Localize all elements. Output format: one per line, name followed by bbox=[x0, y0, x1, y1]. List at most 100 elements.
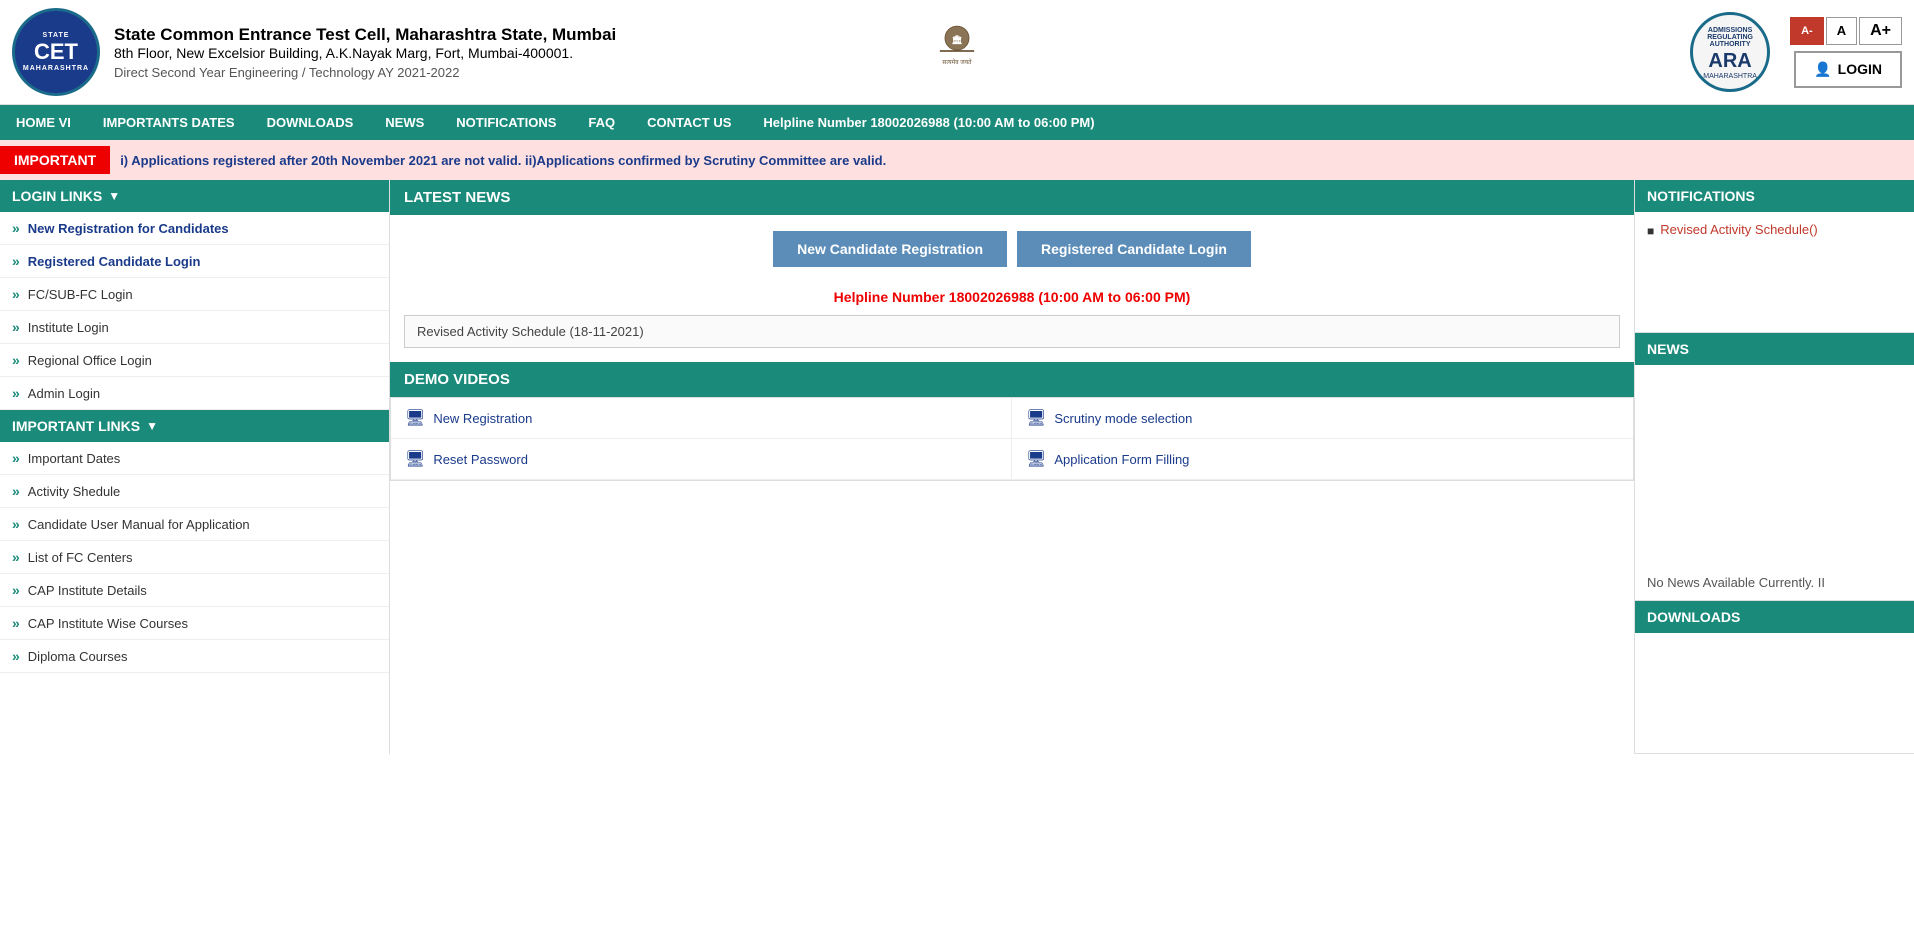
important-links-arrow-icon: ▼ bbox=[146, 419, 158, 433]
monitor-icon: 🖥 bbox=[1026, 408, 1046, 428]
main-layout: LOGIN LINKS ▼ » New Registration for Can… bbox=[0, 180, 1914, 754]
demo-form-filling-link[interactable]: Application Form Filling bbox=[1054, 452, 1189, 467]
font-normal-button[interactable]: A bbox=[1826, 17, 1857, 45]
diploma-link[interactable]: Diploma Courses bbox=[28, 649, 128, 664]
demo-scrutiny-link[interactable]: Scrutiny mode selection bbox=[1054, 411, 1192, 426]
cap-courses-link[interactable]: CAP Institute Wise Courses bbox=[28, 616, 188, 631]
user-manual-link[interactable]: Candidate User Manual for Application bbox=[28, 517, 250, 532]
nav-important-dates[interactable]: IMPORTANTS DATES bbox=[87, 105, 251, 140]
chevron-icon: » bbox=[12, 253, 20, 269]
important-dates-link[interactable]: Important Dates bbox=[28, 451, 121, 466]
downloads-body bbox=[1635, 633, 1914, 753]
news-body: No News Available Currently. II bbox=[1635, 365, 1914, 600]
font-increase-button[interactable]: A+ bbox=[1859, 17, 1902, 45]
sidebar-item-regional-login[interactable]: » Regional Office Login bbox=[0, 344, 389, 377]
nav-contact[interactable]: CONTACT US bbox=[631, 105, 747, 140]
monitor-icon: 🖥 bbox=[405, 408, 425, 428]
cet-logo: STATE CET MAHARASHTRA bbox=[12, 8, 100, 96]
sidebar-item-cap-institute[interactable]: » CAP Institute Details bbox=[0, 574, 389, 607]
chevron-icon: » bbox=[12, 220, 20, 236]
notification-link[interactable]: Revised Activity Schedule() bbox=[1660, 222, 1818, 237]
sidebar-item-admin-login[interactable]: » Admin Login bbox=[0, 377, 389, 410]
font-size-controls: A- A A+ bbox=[1790, 17, 1902, 45]
header: STATE CET MAHARASHTRA State Common Entra… bbox=[0, 0, 1914, 105]
admin-login-link[interactable]: Admin Login bbox=[28, 386, 100, 401]
monitor-icon: 🖥 bbox=[1026, 449, 1046, 469]
demo-form-filling[interactable]: 🖥 Application Form Filling bbox=[1012, 439, 1633, 480]
nav-downloads[interactable]: DOWNLOADS bbox=[251, 105, 370, 140]
demo-new-registration[interactable]: 🖥 New Registration bbox=[391, 398, 1012, 439]
latest-news-header: LATEST NEWS bbox=[390, 180, 1634, 215]
org-address: 8th Floor, New Excelsior Building, A.K.N… bbox=[114, 45, 1690, 61]
login-links-header: LOGIN LINKS ▼ bbox=[0, 180, 389, 212]
registered-login-link[interactable]: Registered Candidate Login bbox=[28, 254, 201, 269]
news-section: NEWS No News Available Currently. II bbox=[1635, 333, 1914, 601]
regional-login-link[interactable]: Regional Office Login bbox=[28, 353, 152, 368]
demo-videos-grid: 🖥 New Registration 🖥 Scrutiny mode selec… bbox=[390, 397, 1634, 481]
demo-scrutiny[interactable]: 🖥 Scrutiny mode selection bbox=[1012, 398, 1633, 439]
new-registration-link[interactable]: New Registration for Candidates bbox=[28, 221, 229, 236]
emblem: 🏛 सत्यमेव जयते bbox=[927, 21, 987, 84]
ara-logo: ADMISSIONS REGULATING AUTHORITY ARA MAHA… bbox=[1690, 12, 1770, 92]
sidebar-item-cap-courses[interactable]: » CAP Institute Wise Courses bbox=[0, 607, 389, 640]
svg-text:🏛: 🏛 bbox=[952, 34, 963, 44]
chevron-icon: » bbox=[12, 483, 20, 499]
sidebar-item-institute-login[interactable]: » Institute Login bbox=[0, 311, 389, 344]
header-text: State Common Entrance Test Cell, Maharas… bbox=[114, 25, 1690, 80]
org-name: State Common Entrance Test Cell, Maharas… bbox=[114, 25, 1690, 45]
sidebar-item-new-registration[interactable]: » New Registration for Candidates bbox=[0, 212, 389, 245]
login-links-arrow-icon: ▼ bbox=[108, 189, 120, 203]
institute-login-link[interactable]: Institute Login bbox=[28, 320, 109, 335]
news-panel-header: NEWS bbox=[1635, 333, 1914, 365]
helpline-text: Helpline Number 18002026988 (10:00 AM to… bbox=[390, 283, 1634, 315]
sidebar-item-important-dates[interactable]: » Important Dates bbox=[0, 442, 389, 475]
content-area: LATEST NEWS New Candidate Registration R… bbox=[390, 180, 1634, 754]
nav-news[interactable]: NEWS bbox=[369, 105, 440, 140]
nav-faq[interactable]: FAQ bbox=[572, 105, 631, 140]
downloads-section: DOWNLOADS bbox=[1635, 601, 1914, 754]
fc-login-link[interactable]: FC/SUB-FC Login bbox=[28, 287, 133, 302]
chevron-icon: » bbox=[12, 648, 20, 664]
sidebar-item-fc-login[interactable]: » FC/SUB-FC Login bbox=[0, 278, 389, 311]
chevron-icon: » bbox=[12, 352, 20, 368]
demo-videos-header: DEMO VIDEOS bbox=[390, 362, 1634, 397]
demo-reset-password[interactable]: 🖥 Reset Password bbox=[391, 439, 1012, 480]
nav-notifications[interactable]: NOTIFICATIONS bbox=[440, 105, 572, 140]
monitor-icon: 🖥 bbox=[405, 449, 425, 469]
demo-videos-section: DEMO VIDEOS 🖥 New Registration 🖥 Scrutin… bbox=[390, 362, 1634, 481]
demo-new-registration-link[interactable]: New Registration bbox=[433, 411, 532, 426]
downloads-header: DOWNLOADS bbox=[1635, 601, 1914, 633]
sidebar-item-user-manual[interactable]: » Candidate User Manual for Application bbox=[0, 508, 389, 541]
nav-home[interactable]: HOME VI bbox=[0, 105, 87, 140]
login-person-icon: 👤 bbox=[1814, 61, 1831, 78]
chevron-icon: » bbox=[12, 286, 20, 302]
chevron-icon: » bbox=[12, 450, 20, 466]
news-item: Revised Activity Schedule (18-11-2021) bbox=[404, 315, 1620, 348]
sidebar-item-registered-login[interactable]: » Registered Candidate Login bbox=[0, 245, 389, 278]
navbar: HOME VI IMPORTANTS DATES DOWNLOADS NEWS … bbox=[0, 105, 1914, 140]
login-button[interactable]: 👤 LOGIN bbox=[1794, 51, 1902, 88]
chevron-icon: » bbox=[12, 516, 20, 532]
header-controls: A- A A+ 👤 LOGIN bbox=[1790, 17, 1902, 88]
news-buttons-container: New Candidate Registration Registered Ca… bbox=[390, 215, 1634, 283]
sidebar-item-activity-schedule[interactable]: » Activity Shedule bbox=[0, 475, 389, 508]
bullet-icon: ■ bbox=[1647, 224, 1654, 238]
notifications-body: ■ Revised Activity Schedule() bbox=[1635, 212, 1914, 332]
chevron-icon: » bbox=[12, 319, 20, 335]
right-panel: NOTIFICATIONS ■ Revised Activity Schedul… bbox=[1634, 180, 1914, 754]
fc-centers-link[interactable]: List of FC Centers bbox=[28, 550, 133, 565]
new-candidate-registration-button[interactable]: New Candidate Registration bbox=[773, 231, 1007, 267]
cap-institute-link[interactable]: CAP Institute Details bbox=[28, 583, 147, 598]
sidebar-item-diploma[interactable]: » Diploma Courses bbox=[0, 640, 389, 673]
sidebar-item-fc-centers[interactable]: » List of FC Centers bbox=[0, 541, 389, 574]
notifications-header: NOTIFICATIONS bbox=[1635, 180, 1914, 212]
font-decrease-button[interactable]: A- bbox=[1790, 17, 1824, 45]
registered-candidate-login-button[interactable]: Registered Candidate Login bbox=[1017, 231, 1251, 267]
nav-helpline: Helpline Number 18002026988 (10:00 AM to… bbox=[747, 105, 1110, 140]
login-label: LOGIN bbox=[1838, 61, 1882, 77]
login-links-label: LOGIN LINKS bbox=[12, 188, 102, 204]
demo-reset-password-link[interactable]: Reset Password bbox=[433, 452, 528, 467]
no-news-text: No News Available Currently. II bbox=[1647, 575, 1902, 590]
sidebar: LOGIN LINKS ▼ » New Registration for Can… bbox=[0, 180, 390, 754]
activity-schedule-link[interactable]: Activity Shedule bbox=[28, 484, 121, 499]
